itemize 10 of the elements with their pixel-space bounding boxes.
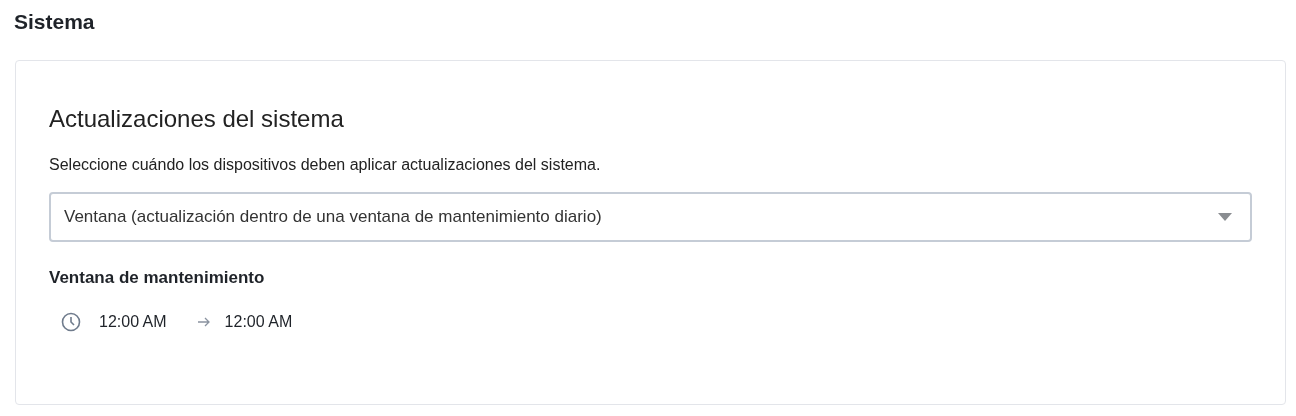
caret-icon: [1218, 213, 1232, 221]
end-time[interactable]: 12:00 AM: [224, 310, 293, 334]
clock-icon: [61, 312, 81, 332]
field-label: Ventana de mantenimiento: [49, 267, 266, 289]
page-title: Sistema: [14, 9, 96, 35]
section-description: Seleccione cuándo los dispositivos deben aplicar actualizaciones del sistema.: [49, 155, 602, 175]
section-title: Actualizaciones del sistema: [49, 104, 345, 134]
start-time[interactable]: 12:00 AM: [99, 310, 167, 334]
arrow-right-icon: [196, 317, 211, 327]
update-mode-select[interactable]: Ventana (actualización dentro de una ventana de mantenimiento diario): [49, 192, 1252, 242]
